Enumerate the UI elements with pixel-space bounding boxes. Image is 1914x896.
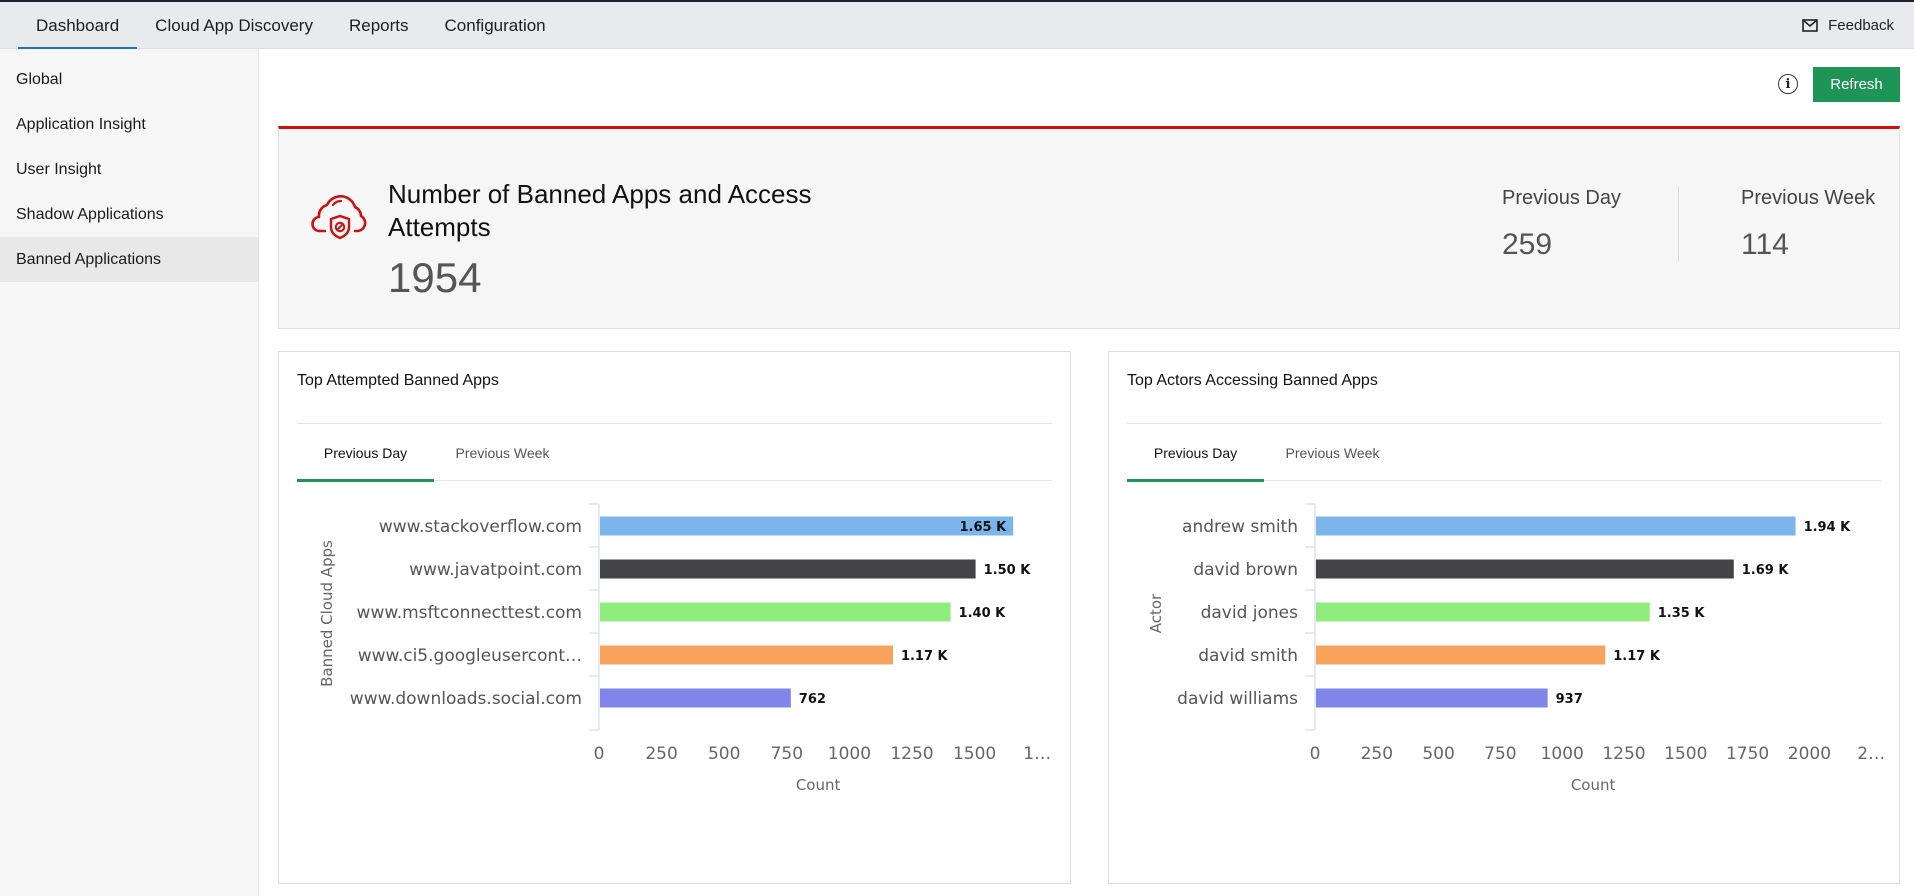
panel-title-text: Top Actors Accessing Banned Apps <box>1127 372 1378 389</box>
tab-configuration[interactable]: Configuration <box>427 2 564 49</box>
top-nav-tabs: Dashboard Cloud App Discovery Reports Co… <box>18 2 564 50</box>
bar[interactable] <box>600 516 1014 536</box>
tab-reports[interactable]: Reports <box>331 2 427 49</box>
category-label: www.downloads.social.com <box>350 689 582 709</box>
sidebar-item-shadow-applications[interactable]: Shadow Applications <box>0 192 258 237</box>
sidebar-item-application-insight[interactable]: Application Insight <box>0 102 258 147</box>
x-tick-label: 750 <box>1484 744 1516 764</box>
bar[interactable] <box>600 559 976 579</box>
category-label: www.msftconnecttest.com <box>357 603 582 623</box>
feedback-label: Feedback <box>1828 17 1894 34</box>
stat-previous-week: Previous Week 114 <box>1741 187 1875 262</box>
summary-total: 1954 <box>388 254 482 301</box>
data-label: 1.40 K <box>959 606 1007 621</box>
category-label: www.stackoverflow.com <box>379 517 582 537</box>
cloud-shield-ban-icon <box>311 195 367 240</box>
data-label: 1.17 K <box>1613 649 1661 664</box>
stat-divider <box>1678 187 1679 261</box>
data-label: 1.65 K <box>959 520 1007 535</box>
data-label: 762 <box>799 692 826 707</box>
tab-previous-week[interactable]: Previous Week <box>1264 424 1401 481</box>
data-label: 1.17 K <box>901 649 949 664</box>
x-tick-label: 1000 <box>828 744 871 764</box>
category-label: david jones <box>1201 603 1299 623</box>
bar[interactable] <box>600 602 951 622</box>
tab-previous-day[interactable]: Previous Day <box>1127 424 1264 482</box>
y-axis-title: Actor <box>1147 593 1165 633</box>
data-label: 1.50 K <box>984 563 1032 578</box>
panel-title: Top Actors Accessing Banned Apps <box>1127 372 1881 424</box>
x-tick-label: 250 <box>645 744 677 764</box>
x-axis-title: Count <box>1571 776 1616 794</box>
stat-value: 259 <box>1502 228 1553 261</box>
panel-top-actors-accessing-banned-apps: Top Actors Accessing Banned Apps Previou… <box>1108 351 1900 884</box>
x-tick-label: 0 <box>1310 744 1321 764</box>
summary-title: Number of Banned Apps and Access Attempt… <box>388 179 812 242</box>
category-label: david smith <box>1198 646 1298 666</box>
tab-previous-day[interactable]: Previous Day <box>297 424 434 482</box>
x-tick-label: 1750 <box>1726 744 1769 764</box>
stat-label: Previous Week <box>1741 187 1876 209</box>
y-axis-title: Banned Cloud Apps <box>318 540 336 687</box>
stat-label: Previous Day <box>1502 187 1621 209</box>
stat-value: 114 <box>1741 228 1789 261</box>
summary-card: Number of Banned Apps and Access Attempt… <box>278 126 1900 329</box>
bar[interactable] <box>1316 645 1606 665</box>
x-tick-label: 1500 <box>1664 744 1707 764</box>
data-label: 937 <box>1556 692 1583 707</box>
panel-top-attempted-banned-apps: Top Attempted Banned Apps Previous Day P… <box>278 351 1071 884</box>
bar-chart-actors: andrew smith 1.94 K david brown 1.69 K david… <box>1147 503 1885 794</box>
sidebar-item-global[interactable]: Global <box>0 57 258 102</box>
x-tick-label: 500 <box>708 744 740 764</box>
info-icon[interactable]: i <box>1778 74 1798 94</box>
panel-title: Top Attempted Banned Apps <box>297 372 1052 424</box>
bar-chart-banned-apps: www.stackoverflow.com 1.65 K www.javatpoin… <box>318 503 1051 794</box>
sidebar-item-user-insight[interactable]: User Insight <box>0 147 258 192</box>
data-label: 1.94 K <box>1804 520 1852 535</box>
bar[interactable] <box>1316 559 1734 579</box>
bar[interactable] <box>1316 602 1650 622</box>
stat-previous-day: Previous Day 259 <box>1502 187 1621 262</box>
tab-previous-week[interactable]: Previous Week <box>434 424 571 481</box>
panel-title-text: Top Attempted Banned Apps <box>297 372 499 389</box>
category-label: david williams <box>1177 689 1298 709</box>
top-navigation-bar: Dashboard Cloud App Discovery Reports Co… <box>0 0 1914 50</box>
x-tick-label: 2… <box>1857 744 1885 764</box>
tab-cloud-app-discovery[interactable]: Cloud App Discovery <box>137 2 331 49</box>
x-tick-label: 0 <box>594 744 605 764</box>
panel-tabs: Previous Day Previous Week <box>1127 424 1881 482</box>
refresh-button[interactable]: Refresh <box>1813 67 1900 102</box>
sidebar-item-banned-applications[interactable]: Banned Applications <box>0 237 258 282</box>
data-label: 1.69 K <box>1742 563 1790 578</box>
x-tick-label: 500 <box>1422 744 1454 764</box>
bar[interactable] <box>1316 516 1796 536</box>
x-tick-label: 750 <box>771 744 803 764</box>
bar[interactable] <box>600 688 791 708</box>
x-tick-label: 1250 <box>890 744 933 764</box>
x-tick-label: 1… <box>1023 744 1051 764</box>
x-axis-title: Count <box>796 776 841 794</box>
bar[interactable] <box>1316 688 1548 708</box>
sidebar: Global Application Insight User Insight … <box>0 49 259 896</box>
panel-tabs: Previous Day Previous Week <box>297 424 1052 482</box>
category-label: david brown <box>1193 560 1298 580</box>
bar[interactable] <box>600 645 893 665</box>
x-tick-label: 250 <box>1361 744 1393 764</box>
x-tick-label: 1250 <box>1602 744 1645 764</box>
category-label: andrew smith <box>1182 517 1298 537</box>
data-label: 1.35 K <box>1658 606 1706 621</box>
category-label: www.ci5.googleusercont… <box>358 646 582 666</box>
mail-icon <box>1802 19 1818 32</box>
x-tick-label: 2000 <box>1788 744 1831 764</box>
feedback-button[interactable]: Feedback <box>1802 2 1894 49</box>
tab-dashboard[interactable]: Dashboard <box>18 2 138 50</box>
x-tick-label: 1000 <box>1541 744 1584 764</box>
category-label: www.javatpoint.com <box>409 560 582 580</box>
x-tick-label: 1500 <box>953 744 996 764</box>
